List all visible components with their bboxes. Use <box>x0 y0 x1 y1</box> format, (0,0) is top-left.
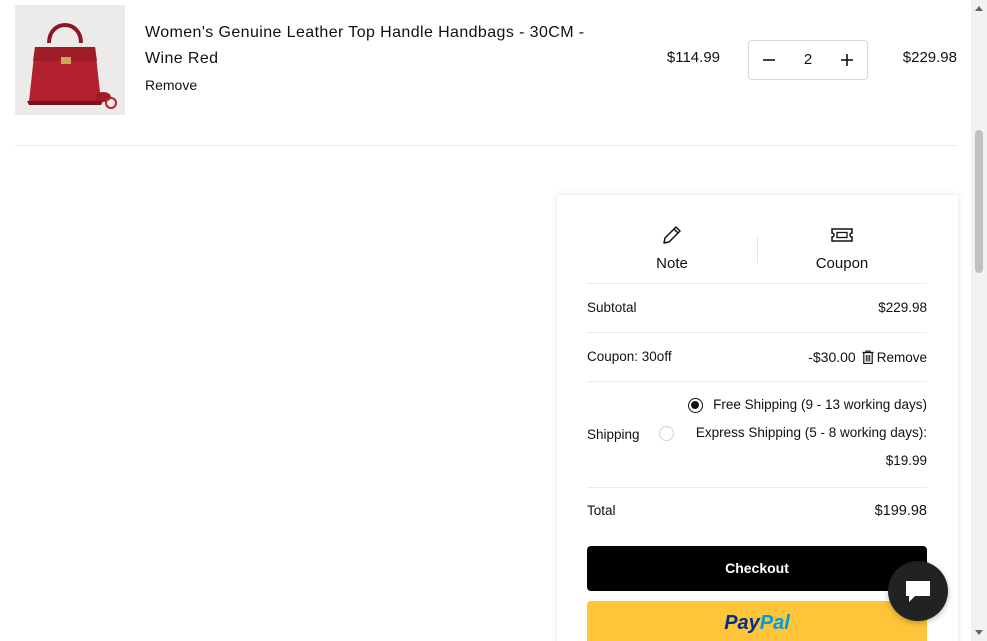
decrease-quantity-button[interactable] <box>749 41 789 79</box>
plus-icon <box>841 54 853 66</box>
trash-icon <box>862 350 874 364</box>
subtotal-label: Subtotal <box>587 300 637 315</box>
cart-page: Women's Genuine Leather Top Handle Handb… <box>0 0 987 641</box>
note-tab[interactable]: Note <box>587 223 757 272</box>
free-shipping-option[interactable]: Free Shipping (9 - 13 working days) <box>688 397 927 419</box>
quantity-input[interactable]: 2 <box>789 41 827 79</box>
red-handbag-image <box>15 5 125 115</box>
unit-price: $114.99 <box>666 49 720 66</box>
total-value: $199.98 <box>874 503 927 519</box>
ticket-icon <box>831 228 853 242</box>
subtotal-value: $229.98 <box>878 300 927 315</box>
coupon-tab-label: Coupon <box>815 255 869 272</box>
paypal-button[interactable]: PayPal <box>587 601 927 641</box>
scrollbar-thumb[interactable] <box>975 130 983 273</box>
increase-quantity-button[interactable] <box>827 41 867 79</box>
remove-coupon-label: Remove <box>876 349 927 365</box>
summary-tabs: Note Coupon <box>587 195 927 284</box>
shipping-row: Shipping Free Shipping (9 - 13 working d… <box>587 382 927 488</box>
chat-widget-button[interactable] <box>888 561 948 621</box>
chat-bubble-icon <box>906 581 930 602</box>
note-tab-label: Note <box>656 255 688 272</box>
coupon-tab[interactable]: Coupon <box>757 223 927 272</box>
line-total: $229.98 <box>902 49 957 66</box>
checkout-button[interactable]: Checkout <box>587 546 927 591</box>
express-shipping-radio[interactable] <box>659 426 674 441</box>
coupon-row: Coupon: 30off -$30.00 Remove <box>587 333 927 382</box>
subtotal-row: Subtotal $229.98 <box>587 284 927 333</box>
paypal-logo-part1: Pay <box>724 612 760 634</box>
express-shipping-option[interactable]: Express Shipping (5 - 8 working days): $… <box>659 425 927 475</box>
remove-item-link[interactable]: Remove <box>145 77 197 93</box>
quantity-stepper: 2 <box>748 40 868 80</box>
minus-icon <box>763 59 775 61</box>
scroll-down-arrow-icon[interactable] <box>975 630 983 635</box>
product-thumbnail[interactable] <box>15 5 125 115</box>
shipping-label: Shipping <box>587 427 640 442</box>
express-shipping-label: Express Shipping (5 - 8 working days): $… <box>695 425 927 468</box>
coupon-code-label: Coupon: 30off <box>587 349 672 364</box>
total-label: Total <box>587 503 616 518</box>
scroll-up-arrow-icon[interactable] <box>975 6 983 11</box>
remove-coupon-button[interactable]: Remove <box>862 350 927 365</box>
free-shipping-radio[interactable] <box>688 398 704 413</box>
free-shipping-label: Free Shipping (9 - 13 working days) <box>713 397 927 412</box>
total-row: Total $199.98 <box>587 488 927 534</box>
coupon-discount-value: -$30.00 <box>808 349 856 365</box>
divider <box>15 145 957 146</box>
page-scrollbar[interactable] <box>971 0 987 641</box>
paypal-logo-part2: Pal <box>759 612 790 634</box>
pencil-icon <box>663 226 681 244</box>
product-title[interactable]: Women's Genuine Leather Top Handle Handb… <box>145 20 615 72</box>
